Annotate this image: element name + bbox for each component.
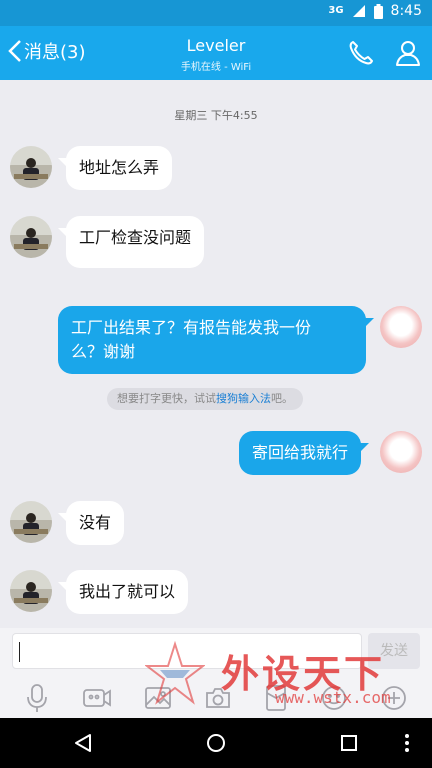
message-bubble[interactable]: 没有 — [57, 501, 125, 545]
red-packet-icon[interactable] — [264, 684, 288, 712]
my-avatar[interactable] — [380, 431, 422, 473]
status-bar: 3G 8:45 — [0, 0, 432, 26]
tip-prefix: 想要打字更快，试试 — [117, 392, 216, 405]
contact-avatar[interactable] — [10, 216, 52, 258]
back-nav-icon[interactable] — [72, 732, 94, 754]
text-caret — [19, 642, 20, 662]
tip-link[interactable]: 搜狗输入法 — [216, 392, 271, 405]
signal-icon — [352, 5, 365, 17]
send-button[interactable]: 发送 — [368, 633, 420, 669]
plus-icon[interactable] — [380, 684, 408, 712]
emoji-icon[interactable] — [320, 684, 348, 712]
toolbar — [0, 680, 432, 716]
video-icon[interactable] — [82, 685, 112, 711]
message-input[interactable] — [12, 633, 362, 669]
camera-icon[interactable] — [204, 685, 232, 711]
battery-icon — [373, 3, 383, 19]
chat-timestamp: 星期三 下午4:55 — [174, 109, 258, 122]
image-icon[interactable] — [144, 685, 172, 711]
message-line: 么？谢谢 — [71, 342, 136, 361]
message-bubble[interactable]: 寄回给我就行 — [239, 431, 370, 475]
message-line: 工厂出结果了？有报告能发我一份 — [71, 318, 312, 337]
contact-avatar[interactable] — [10, 570, 52, 612]
message-bubble[interactable]: 地址怎么弄 — [57, 146, 173, 190]
microphone-icon[interactable] — [24, 683, 50, 713]
more-nav-icon[interactable] — [402, 732, 412, 754]
message-bubble[interactable]: 工厂出结果了？有报告能发我一份 么？谢谢 — [58, 306, 374, 374]
message-bubble[interactable]: 我出了就可以 — [57, 570, 189, 614]
recents-nav-icon[interactable] — [338, 732, 360, 754]
network-type: 3G — [328, 5, 344, 16]
phone-icon — [349, 41, 373, 65]
home-nav-icon[interactable] — [205, 732, 227, 754]
navigation-bar — [0, 718, 432, 768]
input-method-tip: 想要打字更快，试试搜狗输入法吧。 — [107, 388, 303, 410]
chat-area[interactable]: 星期三 下午4:55 地址怎么弄 工厂检查没问题 工厂出结果了？有报告能发我一份… — [0, 80, 432, 628]
message-bubble[interactable]: 工厂检查没问题 — [57, 216, 205, 268]
input-bar: 发送 — [0, 628, 432, 718]
person-icon — [396, 41, 420, 66]
my-avatar[interactable] — [380, 306, 422, 348]
call-button[interactable] — [346, 38, 376, 68]
status-time: 8:45 — [390, 3, 422, 19]
contact-avatar[interactable] — [10, 146, 52, 188]
profile-button[interactable] — [393, 38, 423, 68]
tip-suffix: 吧。 — [271, 392, 293, 405]
chat-header: 消息(3) Leveler 手机在线 - WiFi — [0, 26, 432, 80]
contact-avatar[interactable] — [10, 501, 52, 543]
